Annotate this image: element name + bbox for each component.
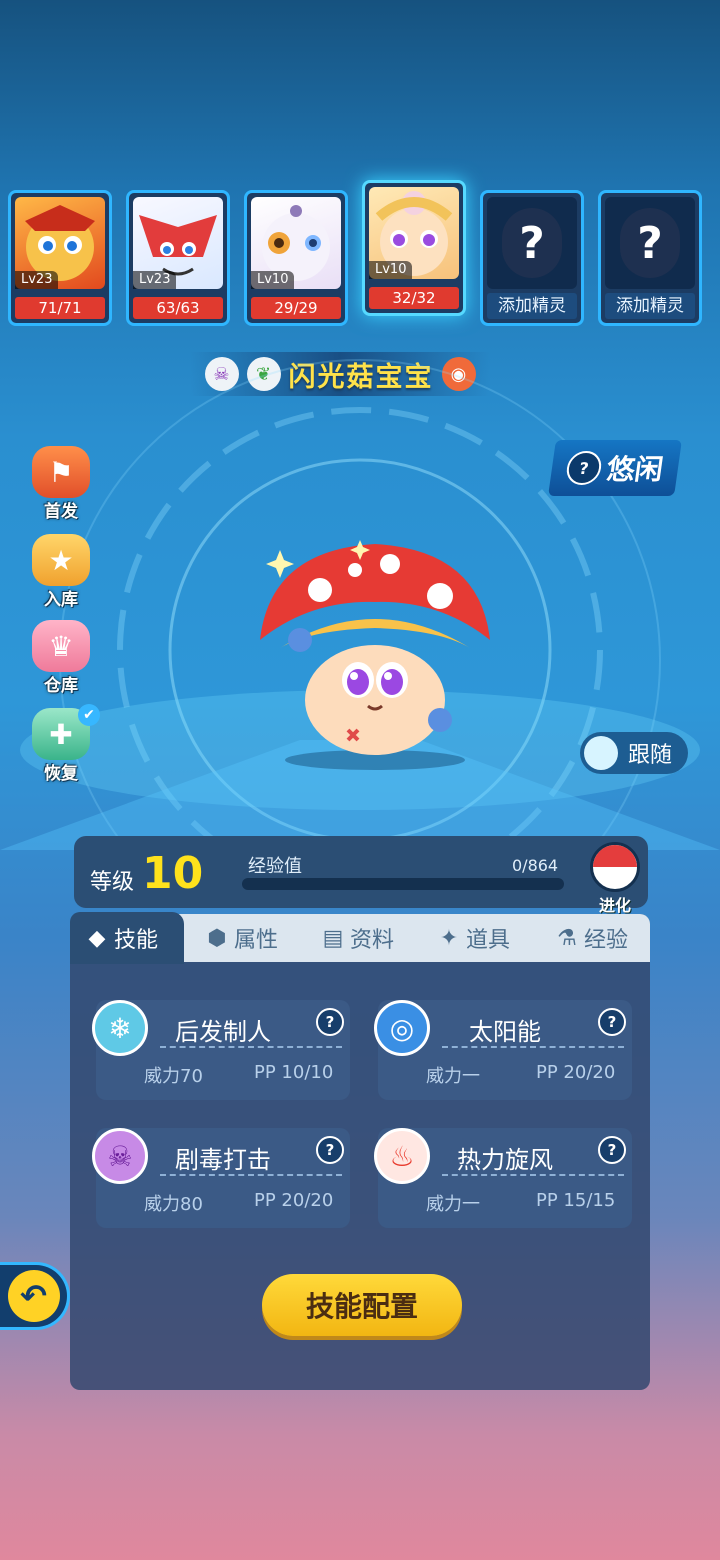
divider xyxy=(160,1046,342,1048)
back-button[interactable]: ↶ xyxy=(0,1262,70,1330)
skill-power: 威力一 xyxy=(426,1066,480,1087)
pet-hp: 63/63 xyxy=(133,297,223,319)
exp-label: 经验值 xyxy=(248,856,302,877)
help-icon[interactable]: ? xyxy=(598,1136,626,1164)
clipboard-icon: ▤ xyxy=(322,925,344,951)
toggle-knob xyxy=(584,736,618,770)
tab-label: 技能 xyxy=(114,928,159,953)
help-icon[interactable]: ? xyxy=(316,1136,344,1164)
first-icon: ⚑ xyxy=(32,446,90,498)
team-slot-4-selected[interactable]: Lv10 32/32 xyxy=(362,180,466,316)
skill-pp: PP 10/10 xyxy=(254,1062,334,1083)
follow-toggle[interactable]: 跟随 xyxy=(580,732,688,774)
pet-level: Lv10 xyxy=(251,271,295,289)
store-icon: ★ xyxy=(32,534,90,586)
team-slot-3[interactable]: Lv10 29/29 xyxy=(244,190,348,326)
mood-label: 悠闲 xyxy=(604,453,666,486)
star-icon: ✦ xyxy=(439,925,459,951)
divider xyxy=(160,1174,342,1176)
skill-card[interactable]: ☠ 剧毒打击 ? 威力80 PP 20/20 xyxy=(92,1128,350,1228)
help-icon[interactable]: ? xyxy=(598,1008,626,1036)
pet-hp: 71/71 xyxy=(15,297,105,319)
team-slot-empty-5[interactable]: ? 添加精灵 xyxy=(480,190,584,326)
tab-attributes[interactable]: ⬢ 属性 xyxy=(206,914,278,962)
level-value: 10 xyxy=(142,848,204,899)
exp-value: 0/864 xyxy=(512,856,559,875)
restore-button[interactable]: ✚ ✔ 恢复 xyxy=(30,704,100,784)
tab-label: 道具 xyxy=(466,928,511,953)
flask-icon: ⚗ xyxy=(557,925,577,951)
tab-bar: ◆ 技能 ⬢ 属性 ▤ 资料 ✦ 道具 ⚗ 经验 xyxy=(70,912,650,964)
team-slot-empty-6[interactable]: ? 添加精灵 xyxy=(598,190,702,326)
warehouse-label: 仓库 xyxy=(44,676,78,696)
skill-name: 后发制人 xyxy=(175,1018,271,1046)
help-icon: ? xyxy=(564,451,604,485)
pet-hp: 29/29 xyxy=(251,297,341,319)
skill-power: 威力80 xyxy=(144,1194,203,1215)
skill-name: 剧毒打击 xyxy=(175,1146,271,1174)
skill-config-button[interactable]: 技能配置 xyxy=(262,1274,462,1336)
tab-label: 资料 xyxy=(350,928,395,953)
divider xyxy=(442,1174,624,1176)
diamond-icon: ◆ xyxy=(88,925,106,951)
mushroom-character xyxy=(260,540,490,770)
evolve-button[interactable]: 进化 xyxy=(582,838,648,915)
divider xyxy=(442,1046,624,1048)
pet-hp: 32/32 xyxy=(369,287,459,309)
skill-pp: PP 20/20 xyxy=(536,1062,616,1083)
first-button[interactable]: ⚑ 首发 xyxy=(30,446,92,522)
restore-label: 恢复 xyxy=(44,764,78,784)
hexagon-icon: ⬢ xyxy=(207,925,227,951)
tab-skills[interactable]: ◆ 技能 xyxy=(70,912,184,964)
warehouse-button[interactable]: ♛ 仓库 xyxy=(30,620,92,696)
help-icon[interactable]: ? xyxy=(316,1008,344,1036)
skill-card[interactable]: ♨ 热力旋风 ? 威力一 PP 15/15 xyxy=(374,1128,632,1228)
warehouse-icon: ♛ xyxy=(32,620,90,672)
back-arrow-icon: ↶ xyxy=(7,1270,60,1322)
pet-level: Lv23 xyxy=(15,271,59,289)
skill-pp: PP 20/20 xyxy=(254,1190,334,1211)
evolve-ball-icon xyxy=(590,842,640,892)
store-button[interactable]: ★ 入库 xyxy=(30,534,92,610)
store-label: 入库 xyxy=(44,590,78,610)
question-mark-icon: ? xyxy=(620,208,680,278)
exp-progress xyxy=(242,878,564,890)
skill-card[interactable]: ◎ 太阳能 ? 威力一 PP 20/20 xyxy=(374,1000,632,1100)
empty-portrait: ? xyxy=(487,197,577,289)
first-label: 首发 xyxy=(44,502,78,522)
level-bar: 等级 10 经验值 0/864 xyxy=(74,836,648,908)
skill-name: 太阳能 xyxy=(469,1018,541,1046)
tab-profile[interactable]: ▤ 资料 xyxy=(322,914,394,962)
tab-experience[interactable]: ⚗ 经验 xyxy=(556,914,628,962)
add-pet-label: 添加精灵 xyxy=(487,293,577,319)
tab-label: 经验 xyxy=(584,928,629,953)
pet-level: Lv23 xyxy=(133,271,177,289)
evolve-label: 进化 xyxy=(598,896,631,915)
skill-pp: PP 15/15 xyxy=(536,1190,616,1211)
skill-name: 热力旋风 xyxy=(457,1146,553,1174)
tab-items[interactable]: ✦ 道具 xyxy=(438,914,510,962)
question-mark-icon: ? xyxy=(502,208,562,278)
empty-portrait: ? xyxy=(605,197,695,289)
follow-label: 跟随 xyxy=(628,743,673,768)
skill-power: 威力70 xyxy=(144,1066,203,1087)
mood-chip[interactable]: ? 悠闲 xyxy=(548,440,682,496)
add-pet-label: 添加精灵 xyxy=(605,293,695,319)
team-slot-2[interactable]: Lv23 63/63 xyxy=(126,190,230,326)
tab-label: 属性 xyxy=(234,928,279,953)
skill-power: 威力一 xyxy=(426,1194,480,1215)
level-label: 等级 xyxy=(90,870,135,895)
team-slot-1[interactable]: Lv23 71/71 xyxy=(8,190,112,326)
pet-level: Lv10 xyxy=(369,261,413,279)
check-icon: ✔ xyxy=(78,704,100,726)
skill-card[interactable]: ❄ 后发制人 ? 威力70 PP 10/10 xyxy=(92,1000,350,1100)
